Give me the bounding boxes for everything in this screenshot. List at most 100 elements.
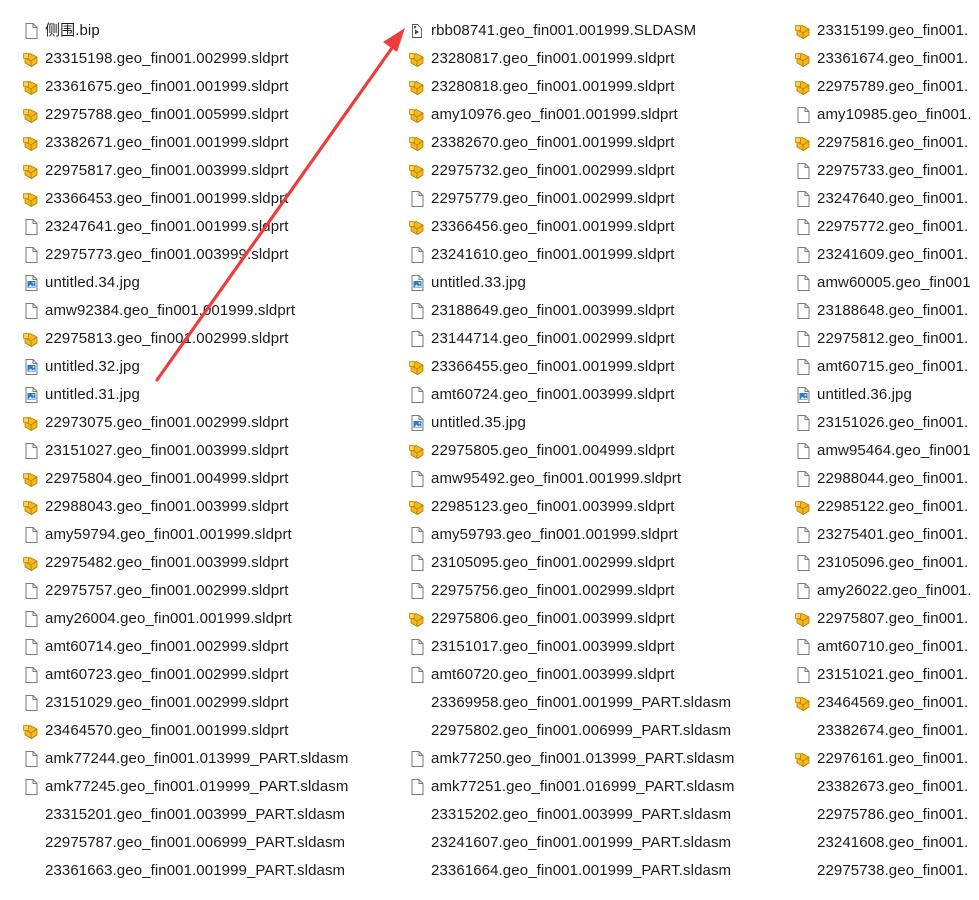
file-item[interactable]: 22985123.geo_fin001.003999.sldprt [408, 493, 734, 521]
file-item[interactable]: 23366453.geo_fin001.001999.sldprt [22, 185, 348, 213]
file-item[interactable]: 22975732.geo_fin001.002999.sldprt [408, 157, 734, 185]
file-item[interactable]: 23361675.geo_fin001.001999.sldprt [22, 73, 348, 101]
file-item[interactable]: amt60710.geo_fin001. [794, 633, 972, 661]
file-item[interactable]: 23361663.geo_fin001.001999_PART.sldasm [22, 857, 348, 885]
file-item[interactable]: 23247640.geo_fin001. [794, 185, 972, 213]
file-item[interactable]: 22985122.geo_fin001. [794, 493, 972, 521]
solidworks-part-icon [22, 50, 40, 68]
file-item[interactable]: 23382670.geo_fin001.001999.sldprt [408, 129, 734, 157]
file-item[interactable]: amt60724.geo_fin001.003999.sldprt [408, 381, 734, 409]
file-item[interactable]: 23361664.geo_fin001.001999_PART.sldasm [408, 857, 734, 885]
file-item[interactable]: amy26004.geo_fin001.001999.sldprt [22, 605, 348, 633]
file-item[interactable]: untitled.34.jpg [22, 269, 348, 297]
file-item[interactable]: untitled.36.jpg [794, 381, 972, 409]
file-item[interactable]: 23382673.geo_fin001. [794, 773, 972, 801]
file-item[interactable]: 23369958.geo_fin001.001999_PART.sldasm [408, 689, 734, 717]
file-item[interactable]: 23241608.geo_fin001. [794, 829, 972, 857]
file-item[interactable]: untitled.35.jpg [408, 409, 734, 437]
file-name: untitled.31.jpg [45, 386, 140, 403]
file-item[interactable]: 23151021.geo_fin001. [794, 661, 972, 689]
file-item[interactable]: 22975788.geo_fin001.005999.sldprt [22, 101, 348, 129]
file-item[interactable]: amk77245.geo_fin001.019999_PART.sldasm [22, 773, 348, 801]
file-item[interactable]: 23464570.geo_fin001.001999.sldprt [22, 717, 348, 745]
file-item[interactable]: rbb08741.geo_fin001.001999.SLDASM [408, 17, 734, 45]
file-item[interactable]: 23315201.geo_fin001.003999_PART.sldasm [22, 801, 348, 829]
file-item[interactable]: 22975813.geo_fin001.002999.sldprt [22, 325, 348, 353]
file-item[interactable]: 23366456.geo_fin001.001999.sldprt [408, 213, 734, 241]
file-item[interactable]: 23275401.geo_fin001. [794, 521, 972, 549]
file-item[interactable]: 23241610.geo_fin001.001999.sldprt [408, 241, 734, 269]
file-item[interactable]: 23144714.geo_fin001.002999.sldprt [408, 325, 734, 353]
file-item[interactable]: 22975804.geo_fin001.004999.sldprt [22, 465, 348, 493]
file-item[interactable]: 22975773.geo_fin001.003999.sldprt [22, 241, 348, 269]
file-item[interactable]: 23464569.geo_fin001. [794, 689, 972, 717]
file-item[interactable]: untitled.32.jpg [22, 353, 348, 381]
file-item[interactable]: 22975812.geo_fin001. [794, 325, 972, 353]
file-item[interactable]: 23382671.geo_fin001.001999.sldprt [22, 129, 348, 157]
file-item[interactable]: 23315198.geo_fin001.002999.sldprt [22, 45, 348, 73]
file-item[interactable]: amw95464.geo_fin001 [794, 437, 972, 465]
solidworks-part-icon [794, 498, 812, 516]
file-item[interactable]: 22975807.geo_fin001. [794, 605, 972, 633]
file-item[interactable]: amy26022.geo_fin001. [794, 577, 972, 605]
file-item[interactable]: 22973075.geo_fin001.002999.sldprt [22, 409, 348, 437]
file-name: amk77245.geo_fin001.019999_PART.sldasm [45, 778, 349, 795]
generic-file-icon [794, 218, 812, 236]
file-item[interactable]: 22975787.geo_fin001.006999_PART.sldasm [22, 829, 348, 857]
file-item[interactable]: amt60714.geo_fin001.002999.sldprt [22, 633, 348, 661]
file-item[interactable]: 23105095.geo_fin001.002999.sldprt [408, 549, 734, 577]
file-item[interactable]: 23382674.geo_fin001. [794, 717, 972, 745]
file-item[interactable]: 23366455.geo_fin001.001999.sldprt [408, 353, 734, 381]
file-item[interactable]: amy59794.geo_fin001.001999.sldprt [22, 521, 348, 549]
file-item[interactable]: amk77250.geo_fin001.013999_PART.sldasm [408, 745, 734, 773]
file-item[interactable]: amt60715.geo_fin001. [794, 353, 972, 381]
file-item[interactable]: 23151029.geo_fin001.002999.sldprt [22, 689, 348, 717]
file-item[interactable]: 23151027.geo_fin001.003999.sldprt [22, 437, 348, 465]
file-item[interactable]: 23280817.geo_fin001.001999.sldprt [408, 45, 734, 73]
file-item[interactable]: 22975802.geo_fin001.006999_PART.sldasm [408, 717, 734, 745]
file-item[interactable]: 22975817.geo_fin001.003999.sldprt [22, 157, 348, 185]
file-item[interactable]: 22975733.geo_fin001. [794, 157, 972, 185]
file-item[interactable]: amw95492.geo_fin001.001999.sldprt [408, 465, 734, 493]
file-item[interactable]: 22975772.geo_fin001. [794, 213, 972, 241]
file-item[interactable]: amw60005.geo_fin001 [794, 269, 972, 297]
file-name: 23464570.geo_fin001.001999.sldprt [45, 722, 289, 739]
file-item[interactable]: amt60720.geo_fin001.003999.sldprt [408, 661, 734, 689]
file-item[interactable]: amy10976.geo_fin001.001999.sldprt [408, 101, 734, 129]
file-item[interactable]: 23315199.geo_fin001. [794, 17, 972, 45]
file-item[interactable]: 22975786.geo_fin001. [794, 801, 972, 829]
file-item[interactable]: 22975757.geo_fin001.002999.sldprt [22, 577, 348, 605]
file-item[interactable]: 22975756.geo_fin001.002999.sldprt [408, 577, 734, 605]
file-item[interactable]: amt60723.geo_fin001.002999.sldprt [22, 661, 348, 689]
file-item[interactable]: amy10985.geo_fin001. [794, 101, 972, 129]
file-item[interactable]: 23241609.geo_fin001. [794, 241, 972, 269]
file-item[interactable]: amy59793.geo_fin001.001999.sldprt [408, 521, 734, 549]
file-item[interactable]: 22976161.geo_fin001. [794, 745, 972, 773]
file-name: amk77250.geo_fin001.013999_PART.sldasm [431, 750, 735, 767]
file-item[interactable]: 23188648.geo_fin001. [794, 297, 972, 325]
file-item[interactable]: 22975816.geo_fin001. [794, 129, 972, 157]
file-item[interactable]: 23151026.geo_fin001. [794, 409, 972, 437]
file-item[interactable]: amk77244.geo_fin001.013999_PART.sldasm [22, 745, 348, 773]
file-item[interactable]: 22988044.geo_fin001. [794, 465, 972, 493]
file-item[interactable]: 23188649.geo_fin001.003999.sldprt [408, 297, 734, 325]
file-item[interactable]: untitled.31.jpg [22, 381, 348, 409]
file-item[interactable]: 22988043.geo_fin001.003999.sldprt [22, 493, 348, 521]
file-item[interactable]: untitled.33.jpg [408, 269, 734, 297]
file-item[interactable]: 侧围.bip [22, 17, 348, 45]
file-item[interactable]: 23315202.geo_fin001.003999_PART.sldasm [408, 801, 734, 829]
file-item[interactable]: 22975779.geo_fin001.002999.sldprt [408, 185, 734, 213]
file-item[interactable]: 22975789.geo_fin001. [794, 73, 972, 101]
file-item[interactable]: 23280818.geo_fin001.001999.sldprt [408, 73, 734, 101]
file-item[interactable]: 22975482.geo_fin001.003999.sldprt [22, 549, 348, 577]
file-item[interactable]: 23361674.geo_fin001. [794, 45, 972, 73]
file-item[interactable]: 23241607.geo_fin001.001999_PART.sldasm [408, 829, 734, 857]
file-item[interactable]: 22975805.geo_fin001.004999.sldprt [408, 437, 734, 465]
file-item[interactable]: 23247641.geo_fin001.001999.sldprt [22, 213, 348, 241]
file-item[interactable]: 22975806.geo_fin001.003999.sldprt [408, 605, 734, 633]
file-item[interactable]: 22975738.geo_fin001. [794, 857, 972, 885]
file-item[interactable]: 23105096.geo_fin001. [794, 549, 972, 577]
file-item[interactable]: amk77251.geo_fin001.016999_PART.sldasm [408, 773, 734, 801]
file-item[interactable]: amw92384.geo_fin001.001999.sldprt [22, 297, 348, 325]
file-item[interactable]: 23151017.geo_fin001.003999.sldprt [408, 633, 734, 661]
